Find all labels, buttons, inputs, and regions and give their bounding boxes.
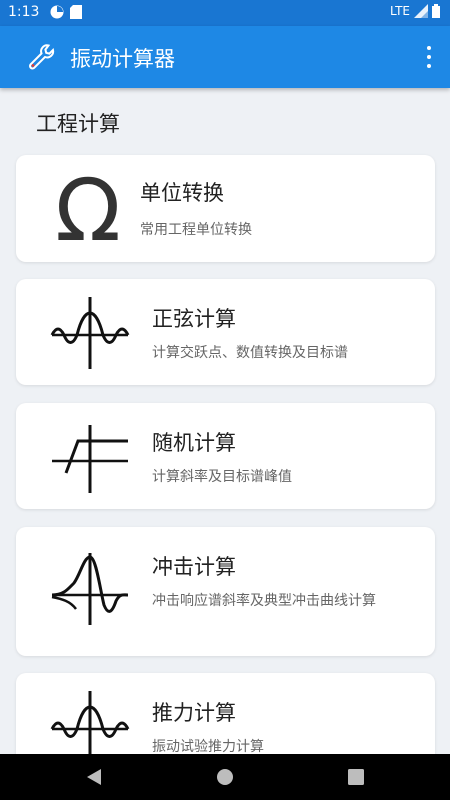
card-title: 推力计算 xyxy=(152,701,236,725)
omega-icon: Ω xyxy=(55,170,121,250)
random-spectrum-icon xyxy=(52,425,128,493)
app-title: 振动计算器 xyxy=(70,47,175,71)
battery-icon xyxy=(432,4,440,18)
signal-icon xyxy=(414,4,428,18)
shock-pulse-icon xyxy=(51,553,129,625)
section-title: 工程计算 xyxy=(36,112,120,136)
sine-wave-icon xyxy=(50,297,130,369)
card-shock-calc[interactable]: 冲击计算 冲击响应谱斜率及典型冲击曲线计算 xyxy=(16,527,435,656)
svg-text:Ω: Ω xyxy=(55,170,121,250)
pie-notification-icon xyxy=(50,5,64,19)
card-desc: 计算交跃点、数值转换及目标谱 xyxy=(152,345,348,361)
card-unit-conversion[interactable]: Ω 单位转换 常用工程单位转换 xyxy=(16,155,435,262)
status-time: 1:13 xyxy=(8,4,40,20)
app-bar: 振动计算器 xyxy=(0,26,450,88)
network-type: LTE xyxy=(390,4,410,18)
back-icon[interactable] xyxy=(85,767,103,787)
sd-card-icon xyxy=(70,5,82,19)
card-title: 单位转换 xyxy=(140,181,224,205)
card-sine-calc[interactable]: 正弦计算 计算交跃点、数值转换及目标谱 xyxy=(16,279,435,385)
navigation-bar xyxy=(0,754,450,800)
card-title: 冲击计算 xyxy=(152,555,236,579)
card-desc: 计算斜率及目标谱峰值 xyxy=(152,469,292,485)
home-icon[interactable] xyxy=(216,767,234,787)
status-bar: 1:13 LTE xyxy=(0,0,450,26)
card-title: 正弦计算 xyxy=(152,307,236,331)
card-title: 随机计算 xyxy=(152,431,236,455)
card-random-calc[interactable]: 随机计算 计算斜率及目标谱峰值 xyxy=(16,403,435,509)
wrench-icon xyxy=(29,44,55,70)
card-desc: 冲击响应谱斜率及典型冲击曲线计算 xyxy=(152,593,376,609)
recents-icon[interactable] xyxy=(347,767,365,787)
more-vert-icon[interactable] xyxy=(422,44,436,70)
card-desc: 常用工程单位转换 xyxy=(140,222,252,238)
